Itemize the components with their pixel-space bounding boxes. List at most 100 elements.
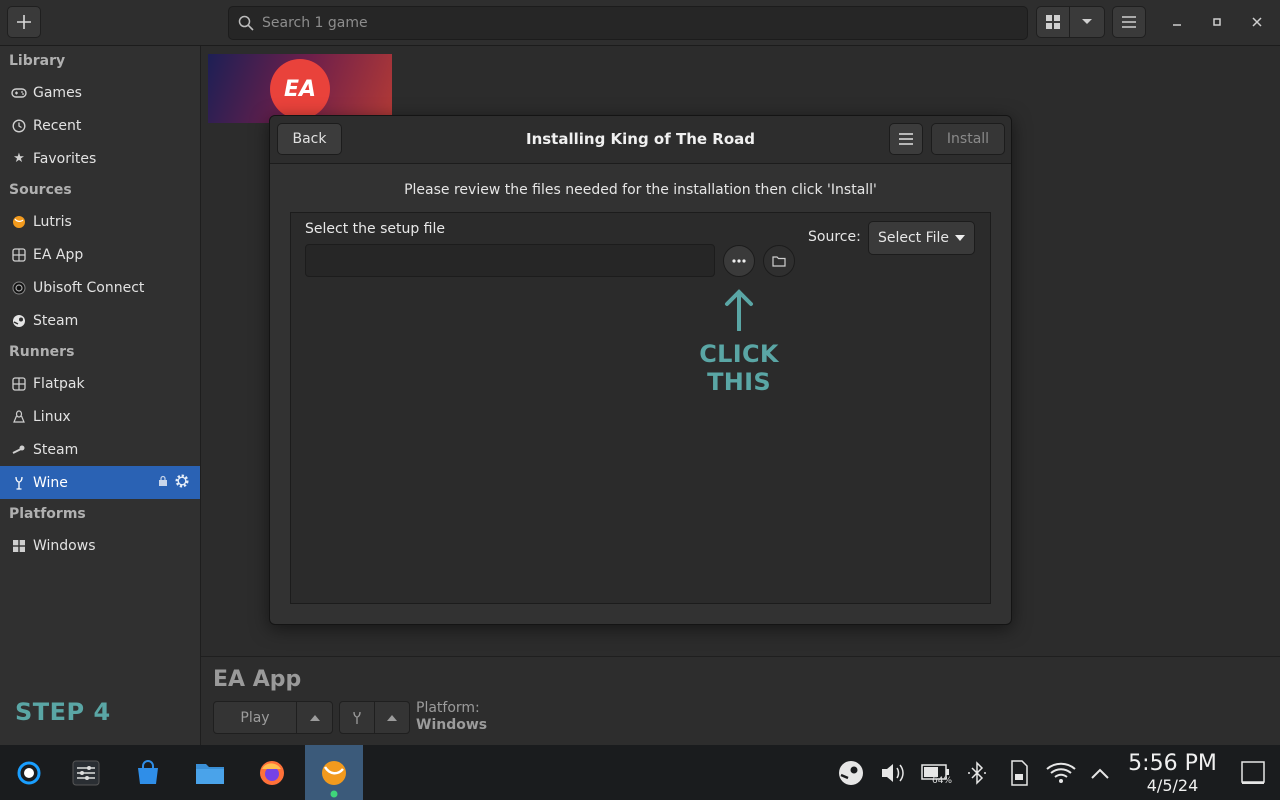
- system-tray-expand-button[interactable]: [1086, 745, 1114, 800]
- sidebar-item-label: Favorites: [33, 150, 97, 167]
- dialog-menu-button[interactable]: [889, 123, 923, 155]
- clock-time: 5:56 PM: [1128, 751, 1217, 776]
- lock-icon[interactable]: [158, 475, 168, 491]
- game-details-bar: EA App Play Platform: Windows: [201, 656, 1280, 746]
- runner-button[interactable]: [339, 701, 375, 734]
- show-desktop-button[interactable]: [1236, 745, 1270, 800]
- app-launcher-button[interactable]: [0, 745, 58, 800]
- maximize-button[interactable]: [1204, 6, 1230, 38]
- volume-button[interactable]: [876, 745, 910, 800]
- review-instructions: Please review the files needed for the i…: [404, 182, 877, 198]
- sidebar-item-flatpak[interactable]: Flatpak: [0, 367, 200, 400]
- sidebar-item-label: Games: [33, 84, 82, 101]
- add-game-button[interactable]: [7, 6, 41, 38]
- firefox-app[interactable]: [243, 745, 301, 800]
- sidebar-item-label: EA App: [33, 246, 84, 263]
- sidebar-item-wine[interactable]: Wine: [0, 466, 200, 499]
- folder-icon: [196, 763, 224, 784]
- play-options-button[interactable]: [296, 701, 333, 734]
- ubisoft-icon: [11, 280, 27, 296]
- wifi-button[interactable]: [1043, 745, 1079, 800]
- file-manager-app[interactable]: [181, 745, 239, 800]
- platform-label: Platform:: [416, 700, 480, 716]
- sd-card-icon: [1011, 759, 1028, 786]
- click-this-annotation: CLICK THIS: [699, 340, 779, 396]
- sidebar-item-lutris[interactable]: Lutris: [0, 205, 200, 238]
- sidebar-item-label: Windows: [33, 537, 96, 554]
- firefox-icon: [260, 760, 284, 785]
- store-bag-icon: [138, 759, 158, 784]
- settings-sliders-icon: [72, 760, 100, 785]
- steam-tray-button[interactable]: [834, 745, 868, 800]
- bluetooth-button[interactable]: [961, 745, 993, 800]
- clock[interactable]: 5:56 PM 4/5/24: [1125, 751, 1220, 795]
- sidebar-item-favorites[interactable]: ★ Favorites: [0, 142, 200, 175]
- chevron-down-icon: [1082, 19, 1092, 24]
- sidebar-item-label: Wine: [33, 474, 68, 491]
- game-banner-ea-app[interactable]: EA: [208, 54, 392, 123]
- source-select-value: Select File: [877, 230, 950, 246]
- sidebar-item-steam-runner[interactable]: Steam: [0, 433, 200, 466]
- lutris-app[interactable]: [305, 745, 363, 800]
- setup-file-path-field[interactable]: [305, 244, 715, 277]
- minimize-button[interactable]: [1164, 6, 1190, 38]
- dropdown-triangle-icon: [955, 235, 966, 241]
- sidebar-item-recent[interactable]: Recent: [0, 109, 200, 142]
- lutris-icon: [322, 760, 346, 785]
- sidebar-section-sources: Sources: [9, 182, 72, 198]
- steam-icon: [11, 313, 27, 329]
- storage-button[interactable]: [1003, 745, 1035, 800]
- search-bar[interactable]: [228, 6, 1028, 40]
- steamos-icon: [17, 761, 41, 784]
- sidebar-item-label: Lutris: [33, 213, 72, 230]
- runner-options-button[interactable]: [374, 701, 410, 734]
- maximize-icon: [1213, 18, 1221, 26]
- windows-icon: [11, 538, 27, 554]
- wine-icon: [353, 711, 361, 724]
- play-button[interactable]: Play: [213, 701, 297, 734]
- chevron-up-icon: [309, 714, 320, 721]
- steam-runner-icon: [11, 442, 27, 458]
- sidebar: Library Games Recent ★ Favorites Sources…: [0, 46, 201, 745]
- sidebar-item-windows[interactable]: Windows: [0, 529, 200, 562]
- close-icon: [1252, 17, 1262, 27]
- install-dialog: Back Installing King of The Road Install…: [269, 115, 1012, 625]
- close-window-button[interactable]: [1244, 6, 1270, 38]
- linux-icon: [11, 409, 27, 425]
- steam-icon: [839, 760, 863, 785]
- source-select[interactable]: Select File: [868, 221, 975, 255]
- sidebar-item-ea-app[interactable]: EA App: [0, 238, 200, 271]
- platform-value: Windows: [416, 717, 488, 733]
- sidebar-item-label: Recent: [33, 117, 82, 134]
- hamburger-menu-icon: [1122, 16, 1136, 28]
- sidebar-item-linux[interactable]: Linux: [0, 400, 200, 433]
- chevron-up-icon: [387, 714, 397, 721]
- battery-button[interactable]: 64%: [916, 745, 956, 800]
- system-settings-app[interactable]: [57, 745, 115, 800]
- gear-icon[interactable]: [174, 473, 190, 493]
- setup-file-label: Select the setup file: [305, 221, 445, 237]
- sidebar-item-steam-source[interactable]: Steam: [0, 304, 200, 337]
- search-icon: [238, 15, 254, 31]
- discover-store-app[interactable]: [119, 745, 177, 800]
- sidebar-item-label: Linux: [33, 408, 71, 425]
- open-folder-button[interactable]: [763, 245, 795, 277]
- main-menu-button[interactable]: [1112, 6, 1146, 38]
- header-bar: [0, 0, 1280, 46]
- search-input[interactable]: [260, 14, 1004, 32]
- taskbar: 64% 5:56 PM 4/5/24: [0, 745, 1280, 800]
- view-options-dropdown[interactable]: [1069, 6, 1105, 38]
- sidebar-item-games[interactable]: Games: [0, 76, 200, 109]
- grid-view-button[interactable]: [1036, 6, 1070, 38]
- install-button[interactable]: Install: [931, 123, 1005, 155]
- lutris-icon: [11, 214, 27, 230]
- flatpak-icon: [11, 376, 27, 392]
- sidebar-item-label: Steam: [33, 441, 79, 458]
- more-dots-icon: [732, 259, 746, 263]
- sidebar-item-ubisoft-connect[interactable]: Ubisoft Connect: [0, 271, 200, 304]
- browse-file-button[interactable]: [723, 245, 755, 277]
- sidebar-section-platforms: Platforms: [9, 506, 86, 522]
- show-desktop-icon: [1241, 760, 1265, 784]
- grid-icon: [1046, 15, 1060, 29]
- dialog-header: Back Installing King of The Road Install: [270, 116, 1011, 164]
